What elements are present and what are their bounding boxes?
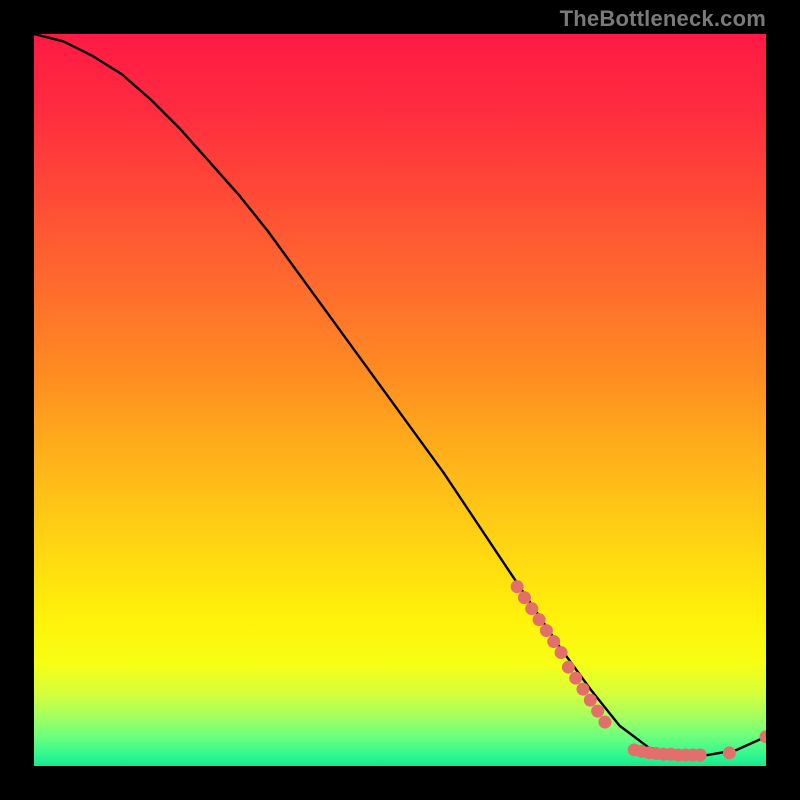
point-highlight-points-trough <box>723 746 736 759</box>
chart-stage: TheBottleneck.com <box>0 0 800 800</box>
point-highlight-points-descent <box>511 580 524 593</box>
watermark-text: TheBottleneck.com <box>560 6 766 32</box>
point-highlight-points-descent <box>598 716 611 729</box>
point-highlight-points-trough <box>694 749 707 762</box>
point-highlight-points-descent <box>562 661 575 674</box>
gradient-background <box>34 34 766 766</box>
chart-svg <box>34 34 766 766</box>
point-highlight-points-descent <box>540 624 553 637</box>
point-highlight-points-descent <box>525 602 538 615</box>
point-highlight-points-descent <box>533 613 546 626</box>
point-highlight-points-descent <box>577 683 590 696</box>
point-highlight-points-descent <box>584 694 597 707</box>
chart-plot-area <box>34 34 766 766</box>
point-highlight-points-descent <box>518 591 531 604</box>
point-highlight-points-descent <box>569 672 582 685</box>
point-highlight-points-descent <box>547 635 560 648</box>
point-highlight-points-descent <box>555 646 568 659</box>
point-highlight-points-descent <box>591 705 604 718</box>
